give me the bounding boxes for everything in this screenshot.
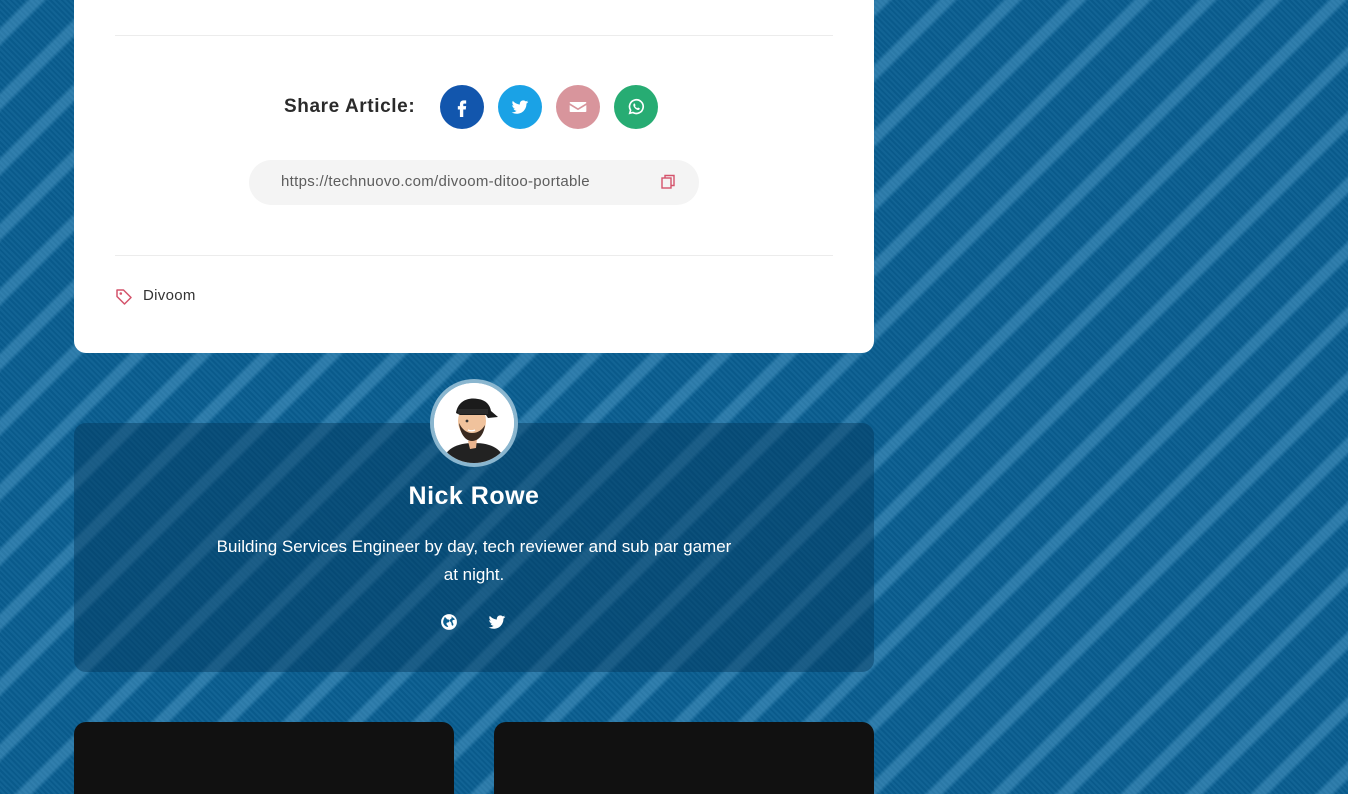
- share-twitter-button[interactable]: [498, 85, 542, 129]
- share-row: Share Article:: [74, 85, 874, 131]
- share-facebook-button[interactable]: [440, 85, 484, 129]
- avatar[interactable]: [430, 379, 518, 467]
- envelope-icon: [569, 102, 587, 112]
- twitter-icon: [511, 100, 529, 114]
- share-email-button[interactable]: [556, 85, 600, 129]
- divider: [115, 35, 833, 36]
- globe-icon: [441, 614, 457, 630]
- share-url-box: https://technuovo.com/divoom-ditoo-porta…: [249, 160, 699, 205]
- author-portrait: [434, 383, 514, 463]
- share-whatsapp-button[interactable]: [614, 85, 658, 129]
- article-card: Share Article: https://technuovo.com/div…: [74, 0, 874, 353]
- tag-icon: [116, 289, 132, 305]
- share-url-input[interactable]: https://technuovo.com/divoom-ditoo-porta…: [281, 173, 637, 190]
- author-name[interactable]: Nick Rowe: [74, 482, 874, 511]
- author-twitter-link[interactable]: [486, 611, 508, 633]
- tag-link-divoom[interactable]: Divoom: [143, 287, 196, 304]
- related-article-card[interactable]: [74, 722, 454, 794]
- copy-icon[interactable]: [659, 173, 677, 191]
- author-website-link[interactable]: [438, 611, 460, 633]
- share-label: Share Article:: [284, 96, 416, 117]
- twitter-icon: [488, 615, 506, 629]
- author-bio: Building Services Engineer by day, tech …: [216, 537, 732, 584]
- whatsapp-icon: [628, 98, 645, 115]
- related-article-card[interactable]: [494, 722, 874, 794]
- divider: [115, 255, 833, 256]
- facebook-icon: [457, 100, 467, 117]
